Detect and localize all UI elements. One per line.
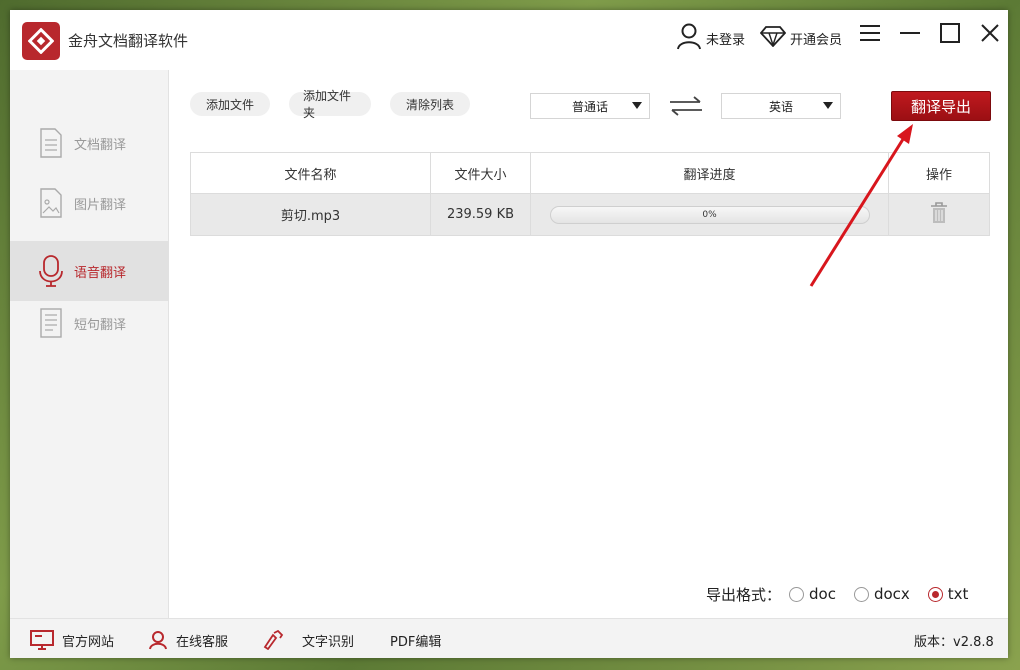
official-website-link[interactable]: 官方网站 xyxy=(30,629,114,651)
format-option-txt[interactable]: txt xyxy=(927,585,969,603)
sidebar-item-label: 图片翻译 xyxy=(74,197,127,213)
vip-button[interactable]: 开通会员 xyxy=(759,20,843,56)
maximize-icon xyxy=(940,23,960,43)
app-title: 金舟文档翻译软件 xyxy=(68,32,189,50)
source-language-value: 普通话 xyxy=(571,99,608,114)
sidebar-item-document[interactable]: 文档翻译 xyxy=(10,113,169,173)
hamburger-icon xyxy=(860,25,880,41)
file-table: 文件名称 文件大小 翻译进度 操作 剪切.mp3 239.59 KB 0% xyxy=(190,152,990,236)
column-header-name: 文件名称 xyxy=(191,153,431,193)
login-button[interactable]: 未登录 xyxy=(676,20,745,56)
source-language-select[interactable]: 普通话 xyxy=(530,93,650,119)
format-option-docx[interactable]: docx xyxy=(853,585,910,603)
vip-label: 开通会员 xyxy=(790,32,843,48)
column-header-size: 文件大小 xyxy=(431,153,531,193)
format-option-label: docx xyxy=(873,585,910,603)
target-language-select[interactable]: 英语 xyxy=(721,93,841,119)
app-logo-icon xyxy=(22,22,60,60)
menu-button[interactable] xyxy=(856,19,884,47)
text-recognition-label: 文字识别 xyxy=(302,634,355,650)
export-format-group: 导出格式： doc docx txt xyxy=(706,582,978,606)
document-icon xyxy=(38,128,64,158)
trash-icon xyxy=(931,201,947,223)
sidebar-item-label: 短句翻译 xyxy=(74,317,127,333)
chevron-down-icon xyxy=(823,102,833,109)
close-icon xyxy=(981,24,999,42)
progress-text: 0% xyxy=(702,209,717,220)
format-option-doc[interactable]: doc xyxy=(789,585,836,603)
file-size-cell: 239.59 KB xyxy=(431,194,531,235)
clear-list-button[interactable]: 清除列表 xyxy=(390,92,470,116)
translate-export-button[interactable]: 翻译导出 xyxy=(891,91,991,121)
monitor-icon xyxy=(30,630,54,650)
microphone-icon xyxy=(38,255,64,287)
sidebar-item-label: 文档翻译 xyxy=(74,137,127,153)
image-icon xyxy=(38,188,64,218)
chevron-down-icon xyxy=(632,102,642,109)
app-window: 金舟文档翻译软件 未登录 开通会员 文档翻译 图片翻译 语音翻译 短句翻译 添加… xyxy=(10,10,1008,658)
target-language-value: 英语 xyxy=(768,99,793,114)
sidebar-item-label: 语音翻译 xyxy=(74,265,127,281)
sidebar-item-sentence[interactable]: 短句翻译 xyxy=(10,293,169,353)
table-row[interactable]: 剪切.mp3 239.59 KB 0% xyxy=(191,194,989,235)
delete-button[interactable] xyxy=(930,201,948,228)
text-page-icon xyxy=(38,308,64,338)
footer-bar: 官方网站 在线客服 文字识别 PDF编辑 版本：v2.8.8 xyxy=(10,618,1008,658)
minimize-icon xyxy=(900,32,920,34)
close-button[interactable] xyxy=(976,19,1004,47)
column-header-progress: 翻译进度 xyxy=(531,153,889,193)
text-recognition-link[interactable]: 文字识别 xyxy=(262,629,354,651)
format-option-label: doc xyxy=(809,585,836,603)
user-icon xyxy=(676,22,702,54)
online-support-label: 在线客服 xyxy=(176,634,229,650)
radio-checked-icon xyxy=(927,586,943,602)
pdf-edit-label: PDF编辑 xyxy=(390,634,442,650)
version-label: 版本：v2.8.8 xyxy=(914,635,994,650)
sidebar-item-image[interactable]: 图片翻译 xyxy=(10,173,169,233)
pdf-edit-link[interactable]: PDF编辑 xyxy=(390,629,441,651)
radio-icon xyxy=(853,586,869,602)
format-option-label: txt xyxy=(947,585,969,603)
export-format-label: 导出格式： xyxy=(706,585,782,604)
sidebar-item-voice[interactable]: 语音翻译 xyxy=(10,241,169,301)
column-header-action: 操作 xyxy=(925,167,952,183)
file-name-cell: 剪切.mp3 xyxy=(191,194,431,235)
table-header: 文件名称 文件大小 翻译进度 操作 xyxy=(191,153,989,194)
title-bar: 金舟文档翻译软件 未登录 开通会员 xyxy=(10,10,1008,70)
add-folder-button[interactable]: 添加文件夹 xyxy=(289,89,371,120)
diamond-icon xyxy=(759,25,787,51)
online-support-link[interactable]: 在线客服 xyxy=(148,629,228,651)
radio-icon xyxy=(789,586,805,602)
swap-language-icon[interactable] xyxy=(668,94,704,118)
progress-bar: 0% xyxy=(549,205,870,224)
sidebar: 文档翻译 图片翻译 语音翻译 短句翻译 xyxy=(10,70,169,618)
support-person-icon xyxy=(149,631,167,650)
official-website-label: 官方网站 xyxy=(62,634,115,650)
minimize-button[interactable] xyxy=(896,19,924,47)
maximize-button[interactable] xyxy=(936,19,964,47)
ocr-icon xyxy=(263,630,284,650)
add-file-button[interactable]: 添加文件 xyxy=(190,92,270,116)
action-cell xyxy=(889,194,989,235)
progress-cell: 0% xyxy=(531,194,889,235)
login-label: 未登录 xyxy=(706,32,746,48)
